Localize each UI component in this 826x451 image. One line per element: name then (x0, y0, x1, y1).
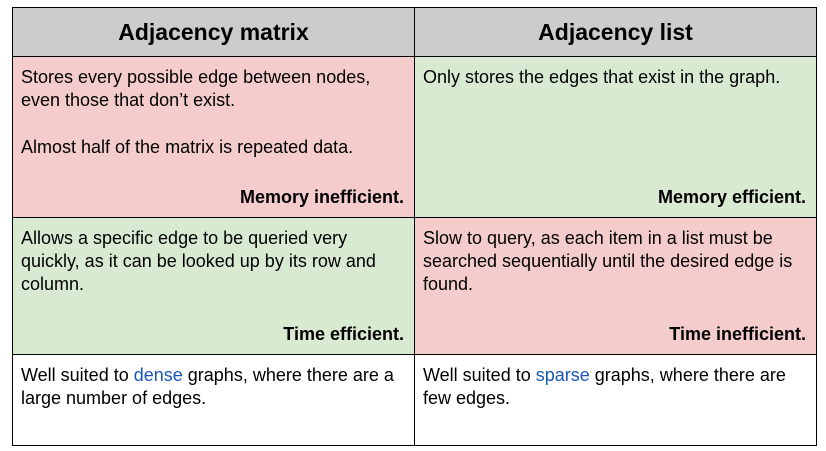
list-memory-verdict: Memory efficient. (657, 187, 806, 207)
list-time-line: Slow to query, as each item in a list mu… (423, 228, 793, 294)
list-suitability-highlight: sparse (535, 365, 590, 385)
list-memory-cell: Only stores the edges that exist in the … (414, 56, 817, 218)
matrix-time-cell: Allows a specific edge to be queried ver… (12, 217, 415, 355)
suitability-row: Well suited to dense graphs, where there… (12, 354, 817, 446)
matrix-memory-cell: Stores every possible edge between nodes… (12, 56, 415, 218)
matrix-suitability-cell: Well suited to dense graphs, where there… (12, 354, 415, 446)
matrix-time-line: Allows a specific edge to be queried ver… (21, 228, 376, 294)
list-memory-line: Only stores the edges that exist in the … (423, 67, 781, 87)
list-suitability-text: Well suited to sparse graphs, where ther… (423, 364, 808, 410)
matrix-time-text: Allows a specific edge to be queried ver… (21, 227, 406, 296)
matrix-suitability-highlight: dense (133, 365, 183, 385)
list-memory-text: Only stores the edges that exist in the … (423, 66, 808, 89)
list-time-cell: Slow to query, as each item in a list mu… (414, 217, 817, 355)
header-row: Adjacency matrix Adjacency list (12, 7, 817, 57)
header-adjacency-list: Adjacency list (414, 7, 817, 57)
memory-row: Stores every possible edge between nodes… (12, 56, 817, 218)
matrix-time-verdict: Time efficient. (283, 324, 404, 344)
list-time-text: Slow to query, as each item in a list mu… (423, 227, 808, 296)
matrix-suitability-prefix: Well suited to (21, 365, 134, 385)
matrix-memory-line: Stores every possible edge between nodes… (21, 67, 371, 110)
list-suitability-prefix: Well suited to (423, 365, 536, 385)
list-suitability-cell: Well suited to sparse graphs, where ther… (414, 354, 817, 446)
matrix-suitability-text: Well suited to dense graphs, where there… (21, 364, 406, 410)
matrix-memory-line: Almost half of the matrix is repeated da… (21, 137, 354, 157)
list-time-verdict: Time inefficient. (669, 324, 806, 344)
header-adjacency-matrix: Adjacency matrix (12, 7, 415, 57)
matrix-memory-text: Stores every possible edge between nodes… (21, 66, 406, 159)
time-row: Allows a specific edge to be queried ver… (12, 217, 817, 355)
matrix-memory-verdict: Memory inefficient. (239, 187, 404, 207)
comparison-table: Adjacency matrix Adjacency list Stores e… (12, 7, 817, 446)
